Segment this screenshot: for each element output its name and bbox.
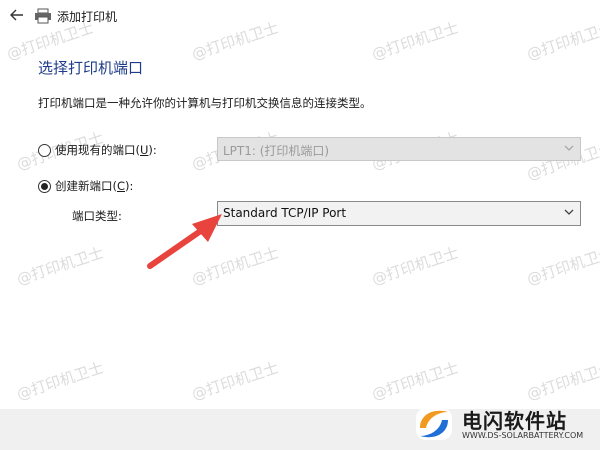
existing-port-dropdown: LPT1: (打印机端口) xyxy=(217,137,581,161)
create-new-port-label[interactable]: 创建新端口(C): xyxy=(55,178,133,194)
page-title: 选择打印机端口 xyxy=(38,59,144,77)
create-new-port-radio[interactable] xyxy=(38,180,51,193)
printer-icon xyxy=(35,8,51,24)
use-existing-port-label[interactable]: 使用现有的端口(U): xyxy=(55,142,157,158)
watermark: @打印机卫士 xyxy=(369,358,461,404)
chevron-down-icon xyxy=(564,209,574,215)
watermark: @打印机卫士 xyxy=(524,243,600,289)
back-arrow-icon[interactable] xyxy=(8,6,26,24)
use-existing-port-radio[interactable] xyxy=(38,144,51,157)
title-bar: 添加打印机 xyxy=(0,0,600,32)
watermark: @打印机卫士 xyxy=(189,358,281,404)
port-type-value: Standard TCP/IP Port xyxy=(223,206,347,220)
chevron-down-icon xyxy=(564,145,574,151)
watermark: @打印机卫士 xyxy=(369,243,461,289)
watermark: @打印机卫士 xyxy=(14,243,106,289)
watermark: @打印机卫士 xyxy=(524,358,600,404)
brand-url: WWW.DS-SOLARBATTERY.COM xyxy=(462,431,584,440)
port-type-label: 端口类型: xyxy=(72,209,122,223)
annotation-arrow-icon xyxy=(147,214,222,269)
window-title: 添加打印机 xyxy=(57,10,118,24)
port-type-dropdown[interactable]: Standard TCP/IP Port xyxy=(217,201,581,226)
existing-port-value: LPT1: (打印机端口) xyxy=(223,144,330,158)
watermark: @打印机卫士 xyxy=(14,358,106,404)
brand-logo xyxy=(416,408,452,440)
brand-name: 电闪软件站 xyxy=(462,409,567,433)
page-description: 打印机端口是一种允许你的计算机与打印机交换信息的连接类型。 xyxy=(38,96,372,110)
